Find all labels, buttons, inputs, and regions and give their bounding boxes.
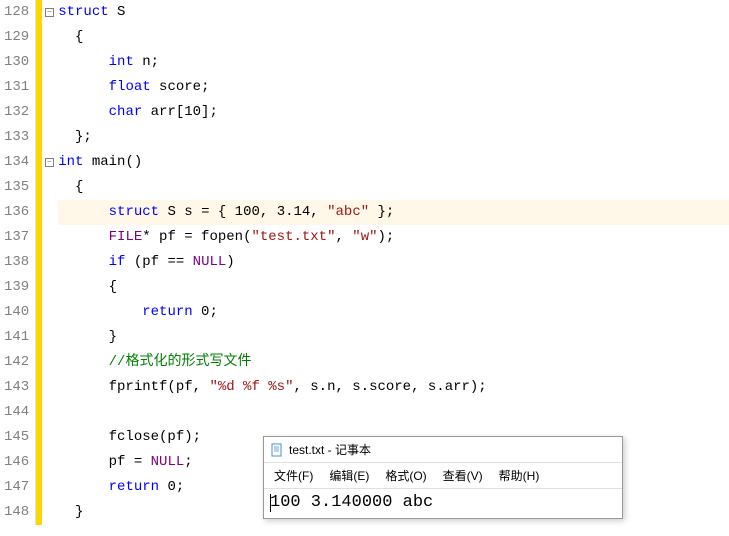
- line-number[interactable]: 141: [0, 325, 35, 350]
- fold-cell: [42, 350, 56, 375]
- line-number[interactable]: 148: [0, 500, 35, 525]
- line-number[interactable]: 145: [0, 425, 35, 450]
- line-number[interactable]: 131: [0, 75, 35, 100]
- line-number[interactable]: 129: [0, 25, 35, 50]
- notepad-icon: [270, 443, 284, 457]
- code-line[interactable]: FILE* pf = fopen("test.txt", "w");: [58, 225, 729, 250]
- fold-cell: [42, 275, 56, 300]
- notepad-menubar: 文件(F) 编辑(E) 格式(O) 查看(V) 帮助(H): [264, 463, 622, 488]
- code-line[interactable]: int n;: [58, 50, 729, 75]
- fold-cell: [42, 475, 56, 500]
- fold-cell: [42, 375, 56, 400]
- notepad-window: test.txt - 记事本 文件(F) 编辑(E) 格式(O) 查看(V) 帮…: [263, 436, 623, 519]
- line-number-gutter: 1281291301311321331341351361371381391401…: [0, 0, 36, 525]
- fold-cell: [42, 175, 56, 200]
- notepad-text: 100 3.140000 abc: [270, 493, 433, 512]
- line-number[interactable]: 147: [0, 475, 35, 500]
- fold-cell: [42, 300, 56, 325]
- code-line[interactable]: {: [58, 175, 729, 200]
- line-number[interactable]: 142: [0, 350, 35, 375]
- line-number[interactable]: 130: [0, 50, 35, 75]
- fold-cell[interactable]: −: [42, 0, 56, 25]
- fold-cell: [42, 400, 56, 425]
- fold-cell: [42, 50, 56, 75]
- code-line[interactable]: };: [58, 125, 729, 150]
- fold-cell: [42, 225, 56, 250]
- menu-file[interactable]: 文件(F): [268, 465, 319, 486]
- notepad-titlebar[interactable]: test.txt - 记事本: [264, 437, 622, 463]
- code-line[interactable]: struct S s = { 100, 3.14, "abc" };: [58, 200, 729, 225]
- line-number[interactable]: 138: [0, 250, 35, 275]
- fold-cell: [42, 250, 56, 275]
- fold-column: −−: [42, 0, 56, 525]
- line-number[interactable]: 140: [0, 300, 35, 325]
- fold-cell[interactable]: −: [42, 150, 56, 175]
- fold-cell: [42, 450, 56, 475]
- notepad-content[interactable]: 100 3.140000 abc: [264, 488, 622, 518]
- code-line[interactable]: char arr[10];: [58, 100, 729, 125]
- code-line[interactable]: int main(): [58, 150, 729, 175]
- menu-view[interactable]: 查看(V): [437, 465, 489, 486]
- code-line[interactable]: fprintf(pf, "%d %f %s", s.n, s.score, s.…: [58, 375, 729, 400]
- line-number[interactable]: 144: [0, 400, 35, 425]
- line-number[interactable]: 137: [0, 225, 35, 250]
- line-number[interactable]: 134: [0, 150, 35, 175]
- fold-cell: [42, 100, 56, 125]
- menu-help[interactable]: 帮助(H): [493, 465, 546, 486]
- fold-cell: [42, 75, 56, 100]
- fold-cell: [42, 200, 56, 225]
- line-number[interactable]: 146: [0, 450, 35, 475]
- code-line[interactable]: if (pf == NULL): [58, 250, 729, 275]
- line-number[interactable]: 143: [0, 375, 35, 400]
- code-line[interactable]: float score;: [58, 75, 729, 100]
- notepad-title-text: test.txt - 记事本: [289, 441, 371, 458]
- line-number[interactable]: 139: [0, 275, 35, 300]
- fold-cell: [42, 500, 56, 525]
- code-line[interactable]: {: [58, 25, 729, 50]
- fold-minus-icon[interactable]: −: [45, 158, 54, 167]
- fold-cell: [42, 425, 56, 450]
- line-number[interactable]: 128: [0, 0, 35, 25]
- line-number[interactable]: 132: [0, 100, 35, 125]
- line-number[interactable]: 133: [0, 125, 35, 150]
- code-line[interactable]: }: [58, 325, 729, 350]
- menu-edit[interactable]: 编辑(E): [323, 465, 375, 486]
- code-line[interactable]: struct S: [58, 0, 729, 25]
- line-number[interactable]: 135: [0, 175, 35, 200]
- menu-format[interactable]: 格式(O): [379, 465, 432, 486]
- line-number[interactable]: 136: [0, 200, 35, 225]
- fold-cell: [42, 325, 56, 350]
- code-line[interactable]: return 0;: [58, 300, 729, 325]
- fold-cell: [42, 125, 56, 150]
- fold-minus-icon[interactable]: −: [45, 8, 54, 17]
- code-line[interactable]: //格式化的形式写文件: [58, 350, 729, 375]
- fold-cell: [42, 25, 56, 50]
- code-line[interactable]: [58, 400, 729, 425]
- code-line[interactable]: {: [58, 275, 729, 300]
